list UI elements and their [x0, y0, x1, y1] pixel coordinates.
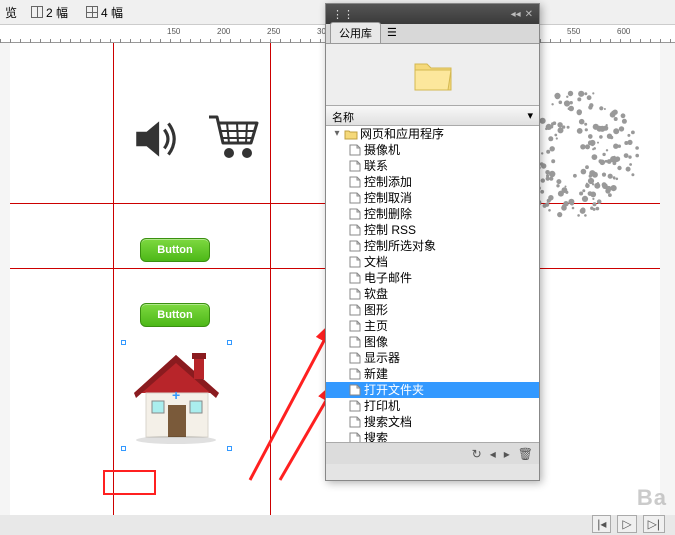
- tree-item-label: 打印机: [364, 398, 400, 414]
- tree-item-label: 显示器: [364, 350, 400, 366]
- shopping-cart-icon[interactable]: [205, 111, 263, 163]
- tree-item[interactable]: 图形: [326, 302, 539, 318]
- playback-bar: |◂ ▷ ▷|: [592, 515, 665, 533]
- panel-menu-icon[interactable]: ☰: [381, 22, 403, 43]
- tree-item[interactable]: 控制所选对象: [326, 238, 539, 254]
- tree-item-label: 搜索: [364, 430, 388, 442]
- tree-item-label: 打开文件夹: [364, 382, 424, 398]
- tree-item[interactable]: 电子邮件: [326, 270, 539, 286]
- panel-preview: [326, 44, 539, 106]
- two-up-button[interactable]: 2 幅: [27, 2, 72, 23]
- trash-icon[interactable]: 🗑: [518, 447, 533, 461]
- panel-column-header[interactable]: 名称 ▾: [326, 106, 539, 126]
- tree-item[interactable]: 打开文件夹: [326, 382, 539, 398]
- panel-collapse-icon[interactable]: ◂◂: [511, 9, 521, 20]
- selection-handle[interactable]: [121, 446, 126, 451]
- tree-item[interactable]: 文档: [326, 254, 539, 270]
- tree-item-label: 图像: [364, 334, 388, 350]
- common-library-panel[interactable]: ⋮⋮ ◂◂ ✕ 公用库 ☰ 名称 ▾ ▾网页和应用程序摄像机联系控制添加控制取消…: [325, 3, 540, 481]
- panel-footer: ↻ ◂ ▸ 🗑: [326, 442, 539, 464]
- tree-item[interactable]: 图像: [326, 334, 539, 350]
- tree-item-label: 软盘: [364, 286, 388, 302]
- play-icon[interactable]: ▷: [617, 515, 636, 533]
- tree-item[interactable]: 控制添加: [326, 174, 539, 190]
- two-up-icon: [31, 6, 43, 18]
- tree-item[interactable]: 摄像机: [326, 142, 539, 158]
- view-label: 览: [5, 4, 17, 21]
- guide-vertical[interactable]: [113, 43, 114, 515]
- panel-grip: ⋮⋮: [332, 8, 354, 21]
- watermark: Ba: [637, 485, 667, 511]
- ruler-mark: 550: [567, 27, 580, 36]
- panel-close-icon[interactable]: ✕: [525, 9, 533, 20]
- selection-handle[interactable]: [227, 340, 232, 345]
- sample-button-1[interactable]: Button: [140, 238, 210, 262]
- tree-item[interactable]: 搜索文档: [326, 414, 539, 430]
- tree-item-label: 电子邮件: [364, 270, 412, 286]
- speaker-icon[interactable]: [130, 113, 182, 165]
- column-name-label: 名称: [332, 109, 354, 122]
- ruler-mark: 600: [617, 27, 630, 36]
- guide-vertical[interactable]: [270, 43, 271, 515]
- tree-item[interactable]: 控制取消: [326, 190, 539, 206]
- selection-handle[interactable]: [227, 446, 232, 451]
- selection-center: +: [172, 387, 180, 403]
- tree-item[interactable]: 控制 RSS: [326, 222, 539, 238]
- play-prev-icon[interactable]: ◂: [490, 447, 496, 461]
- tree-root[interactable]: ▾网页和应用程序: [326, 126, 539, 142]
- library-tree[interactable]: ▾网页和应用程序摄像机联系控制添加控制取消控制删除控制 RSS控制所选对象文档电…: [326, 126, 539, 442]
- tree-item-label: 控制添加: [364, 174, 412, 190]
- tree-item[interactable]: 新建: [326, 366, 539, 382]
- tree-item-label: 摄像机: [364, 142, 400, 158]
- tree-item[interactable]: 显示器: [326, 350, 539, 366]
- tree-item-label: 控制删除: [364, 206, 412, 222]
- four-up-icon: [86, 6, 98, 18]
- ruler-mark: 200: [217, 27, 230, 36]
- ruler-mark: 150: [167, 27, 180, 36]
- tree-item[interactable]: 主页: [326, 318, 539, 334]
- tree-item[interactable]: 联系: [326, 158, 539, 174]
- sample-button-2[interactable]: Button: [140, 303, 210, 327]
- tree-item-label: 搜索文档: [364, 414, 412, 430]
- tree-item-label: 控制取消: [364, 190, 412, 206]
- refresh-icon[interactable]: ↻: [472, 447, 482, 461]
- next-frame-icon[interactable]: ▷|: [643, 515, 665, 533]
- tree-item[interactable]: 软盘: [326, 286, 539, 302]
- column-sort-icon[interactable]: ▾: [527, 109, 533, 122]
- tree-item-label: 控制 RSS: [364, 222, 416, 238]
- tree-item-label: 控制所选对象: [364, 238, 436, 254]
- tree-item[interactable]: 打印机: [326, 398, 539, 414]
- tree-root-label: 网页和应用程序: [360, 126, 444, 142]
- play-next-icon[interactable]: ▸: [504, 447, 510, 461]
- prev-frame-icon[interactable]: |◂: [592, 515, 611, 533]
- four-up-button[interactable]: 4 幅: [82, 2, 127, 23]
- panel-tabs: 公用库 ☰: [326, 24, 539, 44]
- selection-handle[interactable]: [121, 340, 126, 345]
- tree-item[interactable]: 搜索: [326, 430, 539, 442]
- panel-titlebar[interactable]: ⋮⋮ ◂◂ ✕: [326, 4, 539, 24]
- tree-item-label: 主页: [364, 318, 388, 334]
- tree-item-label: 新建: [364, 366, 388, 382]
- tree-item-label: 联系: [364, 158, 388, 174]
- tree-item-label: 图形: [364, 302, 388, 318]
- tree-item[interactable]: 控制删除: [326, 206, 539, 222]
- house-image-object[interactable]: +: [124, 343, 229, 448]
- tab-common-library[interactable]: 公用库: [330, 22, 381, 43]
- tree-item-label: 文档: [364, 254, 388, 270]
- folder-icon: [413, 58, 453, 92]
- ruler-mark: 250: [267, 27, 280, 36]
